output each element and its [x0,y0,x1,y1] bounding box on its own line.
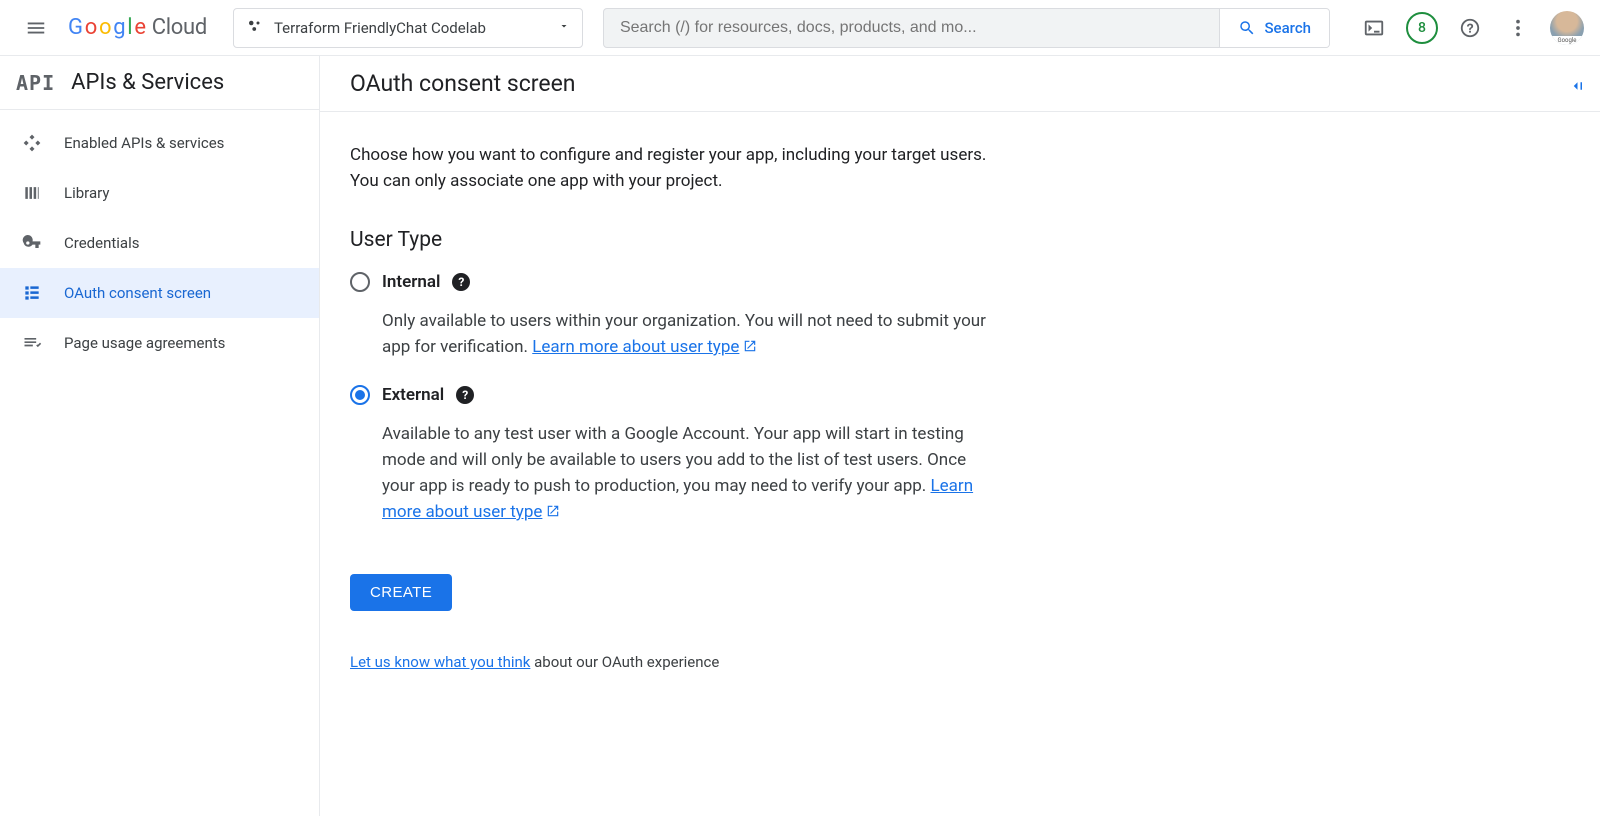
project-icon [246,17,264,39]
radio-external-label: External [382,385,444,405]
hide-info-panel-button[interactable] [1562,72,1590,100]
search-input[interactable] [604,9,1220,47]
sidebar-title[interactable]: API APIs & Services [0,56,319,110]
radio-internal-label: Internal [382,272,440,292]
search-icon [1238,19,1256,37]
project-picker[interactable]: Terraform FriendlyChat Codelab [233,8,583,48]
intro-text: Choose how you want to configure and reg… [350,142,990,194]
external-link-icon [546,500,560,526]
help-icon[interactable]: ? [452,273,470,291]
feedback-link[interactable]: Let us know what you think [350,653,530,671]
sidebar-item-label: Credentials [64,234,139,252]
sidebar-item-label: Enabled APIs & services [64,134,224,152]
api-icon: API [16,71,55,95]
sidebar-item-oauth[interactable]: OAuth consent screen [0,268,319,318]
user-type-heading: User Type [350,228,990,252]
help-icon[interactable]: ? [456,386,474,404]
help-button[interactable] [1448,6,1492,50]
sidebar-nav: Enabled APIs & services Library Credenti… [0,110,319,368]
diamond-icon [22,133,42,153]
account-avatar[interactable] [1550,11,1584,45]
internal-description: Only available to users within your orga… [350,302,990,385]
sidebar-item-library[interactable]: Library [0,168,319,218]
external-link-icon [743,335,757,361]
top-header: Google Cloud Terraform FriendlyChat Code… [0,0,1600,56]
agreement-icon [22,333,42,353]
user-type-external[interactable]: External ? [350,385,990,405]
user-type-internal[interactable]: Internal ? [350,272,990,292]
sidebar-item-credentials[interactable]: Credentials [0,218,319,268]
main-panel: OAuth consent screen Choose how you want… [320,56,1600,816]
sidebar-item-label: OAuth consent screen [64,284,211,302]
chevron-down-icon [558,20,570,36]
cloud-shell-button[interactable] [1352,6,1396,50]
radio-internal[interactable] [350,272,370,292]
learn-more-internal-link[interactable]: Learn more about user type [532,337,739,357]
external-description: Available to any test user with a Google… [350,415,990,550]
hamburger-icon [25,17,47,39]
search-button[interactable]: Search [1219,9,1329,47]
chevron-left-bar-icon [1567,77,1585,95]
library-icon [22,183,42,203]
google-cloud-logo[interactable]: Google Cloud [66,15,217,40]
header-utilities: 8 [1352,6,1584,50]
radio-external[interactable] [350,385,370,405]
create-button[interactable]: CREATE [350,574,452,611]
sidebar-item-label: Library [64,184,109,202]
search-bar: Search [603,8,1330,48]
more-button[interactable] [1496,6,1540,50]
consent-icon [22,283,42,303]
nav-menu-button[interactable] [12,4,60,52]
sidebar-item-usage[interactable]: Page usage agreements [0,318,319,368]
terminal-icon [1363,17,1385,39]
help-icon [1459,17,1481,39]
feedback-line: Let us know what you think about our OAu… [350,653,990,671]
sidebar: API APIs & Services Enabled APIs & servi… [0,56,320,816]
more-vert-icon [1507,17,1529,39]
sidebar-item-label: Page usage agreements [64,334,225,352]
free-trial-badge[interactable]: 8 [1406,12,1438,44]
page-title: OAuth consent screen [320,56,1600,112]
key-icon [22,233,42,253]
project-name: Terraform FriendlyChat Codelab [274,19,548,37]
sidebar-item-enabled[interactable]: Enabled APIs & services [0,118,319,168]
